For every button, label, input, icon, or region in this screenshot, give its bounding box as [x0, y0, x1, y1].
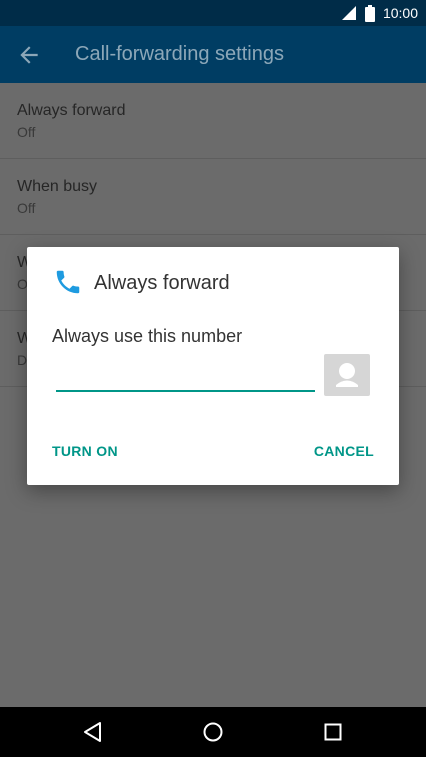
turn-on-button[interactable]: TURN ON — [52, 443, 118, 459]
page-title: Call-forwarding settings — [75, 43, 284, 65]
app-bar: Call-forwarding settings — [0, 26, 426, 83]
navigation-bar — [0, 707, 426, 757]
always-forward-dialog: Always forward Always use this number TU… — [27, 247, 399, 485]
arrow-left-icon[interactable] — [16, 42, 42, 68]
pref-summary: Off — [17, 200, 36, 216]
dialog-message: Always use this number — [52, 326, 243, 346]
pref-title: Always forward — [17, 102, 126, 119]
pref-summary: Off — [17, 124, 36, 140]
battery-icon — [364, 4, 375, 22]
pref-always-forward[interactable]: Always forward Off — [0, 83, 426, 159]
status-icons: 10:00 — [341, 0, 418, 26]
signal-icon — [341, 6, 356, 20]
contact-picker-button[interactable] — [324, 354, 370, 396]
phone-icon — [56, 270, 80, 294]
pref-when-busy[interactable]: When busy Off — [0, 159, 426, 235]
back-triangle-icon[interactable] — [81, 720, 105, 744]
pref-summary: D — [17, 352, 28, 368]
home-circle-icon[interactable] — [201, 720, 225, 744]
dialog-title: Always forward — [94, 272, 230, 294]
pref-title: When busy — [17, 178, 98, 195]
forward-number-input[interactable] — [56, 362, 315, 392]
recents-square-icon[interactable] — [321, 720, 345, 744]
status-bar: 10:00 — [0, 0, 426, 26]
status-time: 10:00 — [382, 5, 418, 21]
cancel-button[interactable]: CANCEL — [314, 443, 374, 459]
contact-avatar-icon — [336, 363, 358, 387]
